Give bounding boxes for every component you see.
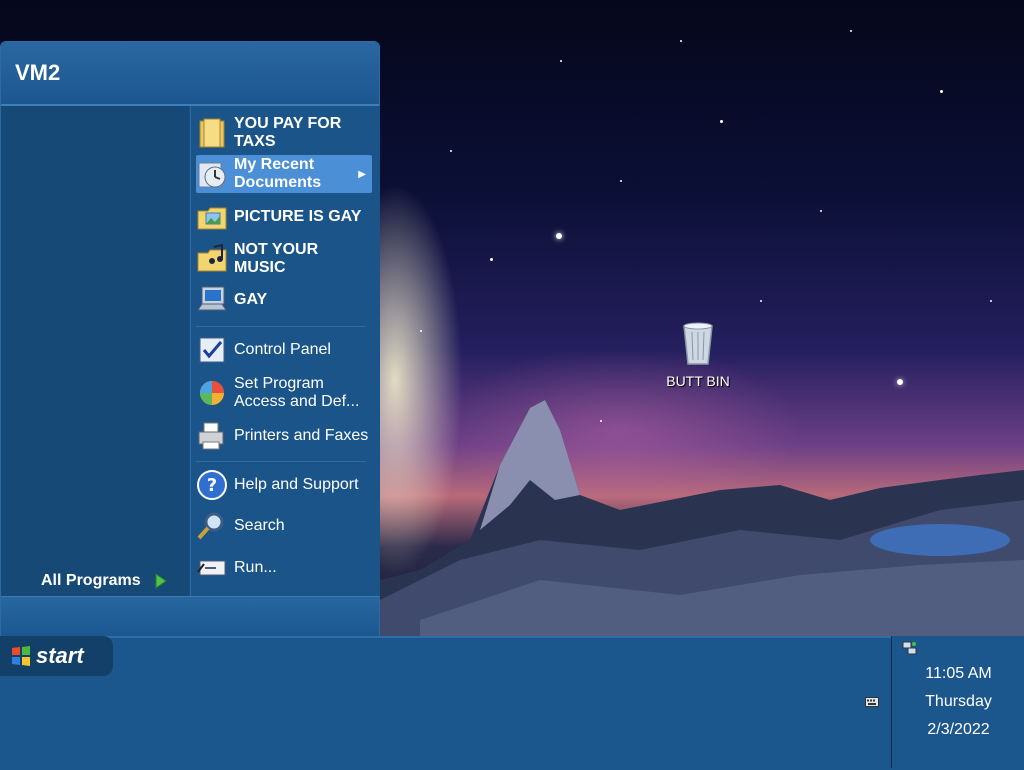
star xyxy=(820,210,822,212)
pictures-folder-icon xyxy=(197,207,227,230)
network-icon[interactable] xyxy=(902,640,918,656)
menu-item-you-pay-for-taxs[interactable]: YOU PAY FOR TAXS xyxy=(196,113,372,153)
keyboard-icon[interactable] xyxy=(865,696,879,708)
recycle-bin-icon xyxy=(683,322,713,365)
menu-item-search[interactable]: Search xyxy=(196,509,372,543)
music-folder-icon xyxy=(197,243,227,272)
star xyxy=(420,330,422,332)
menu-item-my-recent-documents[interactable]: My Recent Documents ▶ xyxy=(196,155,372,193)
system-tray: 11:05 AM Thursday 2/3/2022 xyxy=(891,636,1024,768)
user-name: VM2 xyxy=(15,60,61,85)
recent-documents-icon xyxy=(198,162,226,188)
menu-item-not-your-music[interactable]: NOT YOUR MUSIC xyxy=(196,239,372,279)
menu-item-help-and-support[interactable]: ? Help and Support xyxy=(196,465,372,505)
menu-item-label: Run... xyxy=(234,559,277,576)
clock-time[interactable]: 11:05 AM xyxy=(892,665,1024,683)
start-menu-footer xyxy=(1,596,379,637)
all-programs-label: All Programs xyxy=(41,572,141,589)
printer-icon xyxy=(198,422,224,450)
star xyxy=(850,30,852,32)
search-icon xyxy=(197,512,224,540)
clock-date: 2/3/2022 xyxy=(927,721,990,738)
star xyxy=(680,40,682,42)
submenu-arrow-icon: ▶ xyxy=(358,168,366,180)
star xyxy=(560,60,562,62)
star xyxy=(620,180,622,182)
all-programs-button[interactable]: All Programs xyxy=(41,572,167,590)
recycle-bin-label: BUTT BIN xyxy=(666,373,730,389)
clock-day: Thursday xyxy=(925,693,992,710)
svg-text:?: ? xyxy=(207,475,217,496)
menu-item-label: PICTURE IS GAY xyxy=(234,208,362,225)
star xyxy=(450,150,452,152)
folder-icon xyxy=(199,118,225,148)
menu-item-label: Printers and Faxes xyxy=(234,427,369,444)
my-computer-icon xyxy=(197,286,227,311)
menu-item-label: Set Program Access and Def... xyxy=(234,375,360,410)
menu-item-control-panel[interactable]: Control Panel xyxy=(196,332,372,368)
separator xyxy=(196,326,366,327)
menu-item-run[interactable]: Run... xyxy=(196,551,372,585)
run-icon xyxy=(197,560,226,576)
green-arrow-icon xyxy=(155,573,167,589)
star xyxy=(990,300,992,302)
pinned-programs-pane: All Programs xyxy=(1,106,189,625)
star xyxy=(897,379,903,385)
star xyxy=(490,258,493,261)
star xyxy=(940,90,943,93)
mountain-silhouette xyxy=(380,400,1024,636)
start-button[interactable]: start xyxy=(0,636,113,676)
star xyxy=(720,120,723,123)
menu-item-label: Control Panel xyxy=(234,341,331,358)
program-access-icon xyxy=(200,381,224,405)
menu-item-picture-is-gay[interactable]: PICTURE IS GAY xyxy=(196,197,372,237)
menu-item-gay[interactable]: GAY xyxy=(196,282,372,318)
menu-item-label: YOU PAY FOR TAXS xyxy=(234,115,342,150)
start-label: start xyxy=(36,643,84,668)
menu-item-label: NOT YOUR MUSIC xyxy=(234,241,319,276)
menu-item-label: GAY xyxy=(234,291,268,308)
star xyxy=(556,233,562,239)
star xyxy=(760,300,762,302)
separator xyxy=(196,461,366,462)
help-icon: ? xyxy=(197,470,227,500)
windows-logo-icon xyxy=(12,646,30,666)
recycle-bin[interactable]: BUTT BIN xyxy=(656,318,740,389)
start-menu-header: VM2 xyxy=(1,42,379,106)
menu-item-label: Help and Support xyxy=(234,476,359,493)
menu-item-printers-and-faxes[interactable]: Printers and Faxes xyxy=(196,416,372,456)
menu-item-label: My Recent Documents xyxy=(234,156,322,191)
control-panel-icon xyxy=(199,337,225,363)
menu-item-set-program-access[interactable]: Set Program Access and Def... xyxy=(196,373,372,413)
menu-item-label: Search xyxy=(234,517,285,534)
